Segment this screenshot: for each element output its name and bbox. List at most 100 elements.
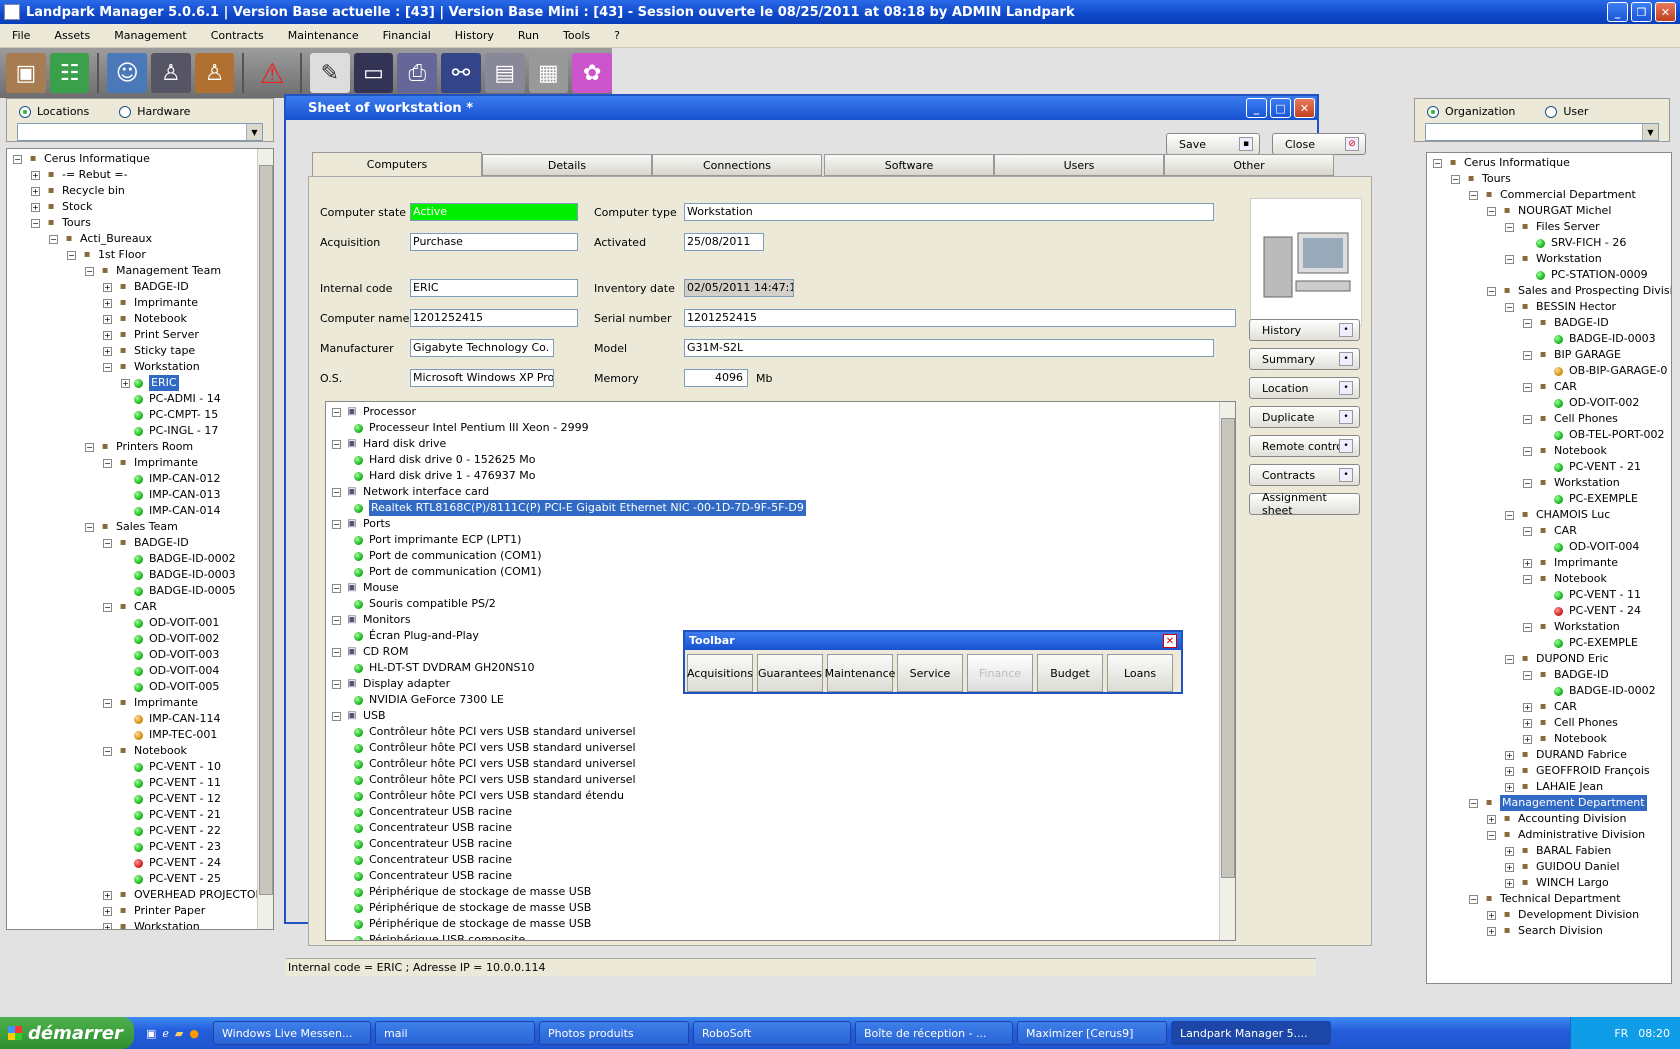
history-button[interactable]: History •: [1249, 319, 1360, 341]
memory-input[interactable]: 4096: [684, 369, 748, 387]
chevron-down-icon[interactable]: ▼: [246, 124, 262, 140]
collapse-icon[interactable]: −: [103, 362, 112, 372]
expand-icon[interactable]: +: [103, 922, 112, 929]
hardware-category[interactable]: − ▣ Hard disk drive: [326, 436, 1235, 452]
collapse-icon[interactable]: −: [1505, 510, 1514, 520]
remote-control-button[interactable]: Remote control •: [1249, 435, 1360, 457]
expand-icon[interactable]: +: [1523, 734, 1532, 744]
assets-tool-icon[interactable]: ▣: [6, 53, 46, 93]
collapse-icon[interactable]: −: [103, 698, 112, 708]
tree-item[interactable]: + ▪ GEOFFROID François: [1427, 763, 1671, 779]
collapse-icon[interactable]: −: [31, 218, 40, 228]
summary-button[interactable]: Summary •: [1249, 348, 1360, 370]
os-input[interactable]: Microsoft Windows XP Professional: [410, 369, 554, 387]
expand-icon[interactable]: +: [121, 378, 130, 388]
tree-item[interactable]: BADGE-ID-0002: [7, 551, 273, 567]
hardware-item[interactable]: Concentrateur USB racine: [326, 868, 1235, 884]
expand-icon[interactable]: +: [103, 906, 112, 916]
computer-state-field[interactable]: Active: [410, 203, 578, 221]
taskbar-item[interactable]: mail: [375, 1021, 535, 1045]
hardware-item[interactable]: Processeur Intel Pentium III Xeon - 2999: [326, 420, 1235, 436]
menu-assets[interactable]: Assets: [42, 29, 102, 42]
expand-icon[interactable]: +: [103, 330, 112, 340]
printer-tool-icon[interactable]: ⎙: [397, 53, 438, 93]
tree-item[interactable]: − ▪ CAR: [1427, 379, 1671, 395]
collapse-icon[interactable]: −: [332, 487, 341, 497]
tree-item[interactable]: SRV-FICH - 26: [1427, 235, 1671, 251]
expand-icon[interactable]: +: [1505, 766, 1514, 776]
collapse-icon[interactable]: −: [103, 538, 112, 548]
expand-icon[interactable]: +: [103, 314, 112, 324]
locations-tree[interactable]: − ▪ Cerus Informatique + ▪ -= Rebut =- + ▪ Recyc…: [6, 148, 274, 930]
model-select[interactable]: G31M-S2L: [684, 339, 1214, 357]
user-tool-icon[interactable]: ♙: [151, 53, 191, 93]
organization-radio[interactable]: Organization: [1427, 105, 1515, 118]
serial-number-input[interactable]: 1201252415: [684, 309, 1236, 327]
hardware-tree-scrollbar[interactable]: [1219, 402, 1235, 940]
tree-item[interactable]: BADGE-ID-0003: [1427, 331, 1671, 347]
tree-item[interactable]: + ▪ Print Server: [7, 327, 273, 343]
tree-item[interactable]: PC-CMPT- 15: [7, 407, 273, 423]
expand-icon[interactable]: +: [31, 186, 40, 196]
collapse-icon[interactable]: −: [332, 711, 341, 721]
tree-item[interactable]: + ▪ -= Rebut =-: [7, 167, 273, 183]
taskbar-item[interactable]: Maximizer [Cerus9]: [1017, 1021, 1167, 1045]
tree-item[interactable]: OD-VOIT-001: [7, 615, 273, 631]
new-document-tool-icon[interactable]: ✎: [309, 53, 350, 93]
collapse-icon[interactable]: −: [1505, 302, 1514, 312]
tree-item[interactable]: − ▪ BIP GARAGE: [1427, 347, 1671, 363]
collapse-icon[interactable]: −: [49, 234, 58, 244]
tab-other[interactable]: Other: [1164, 154, 1334, 176]
tree-item[interactable]: − ▪ Notebook: [1427, 571, 1671, 587]
expand-icon[interactable]: +: [1505, 782, 1514, 792]
tree-item[interactable]: PC-VENT - 22: [7, 823, 273, 839]
tree-item[interactable]: PC-VENT - 25: [7, 871, 273, 887]
hardware-item[interactable]: Concentrateur USB racine: [326, 852, 1235, 868]
tree-item[interactable]: PC-VENT - 21: [7, 807, 273, 823]
report-tool-icon[interactable]: ▦: [528, 53, 569, 93]
hardware-item[interactable]: NVIDIA GeForce 7300 LE: [326, 692, 1235, 708]
tree-item[interactable]: IMP-CAN-013: [7, 487, 273, 503]
tree-item[interactable]: − ▪ Sales Team: [7, 519, 273, 535]
collapse-icon[interactable]: −: [1523, 574, 1532, 584]
tab-details[interactable]: Details: [482, 154, 652, 176]
collapse-icon[interactable]: −: [332, 647, 341, 657]
tree-item[interactable]: − ▪ Workstation: [1427, 619, 1671, 635]
collapse-icon[interactable]: −: [332, 583, 341, 593]
ie-icon[interactable]: ℯ: [162, 1027, 169, 1040]
collapse-icon[interactable]: −: [1523, 622, 1532, 632]
tree-item[interactable]: − ▪ NOURGAT Michel: [1427, 203, 1671, 219]
tree-item[interactable]: PC-VENT - 23: [7, 839, 273, 855]
language-indicator[interactable]: FR: [1614, 1027, 1628, 1040]
menu-file[interactable]: File: [0, 29, 42, 42]
contracts-button[interactable]: Contracts •: [1249, 464, 1360, 486]
collapse-icon[interactable]: −: [1523, 526, 1532, 536]
tab-computers[interactable]: Computers: [312, 152, 482, 176]
collapse-icon[interactable]: −: [13, 154, 22, 164]
tree-item[interactable]: PC-VENT - 11: [1427, 587, 1671, 603]
hardware-item[interactable]: Realtek RTL8168C(P)/8111C(P) PCI-E Gigab…: [326, 500, 1235, 516]
tree-item[interactable]: − ▪ BESSIN Hector: [1427, 299, 1671, 315]
user-radio[interactable]: User: [1545, 105, 1588, 118]
tree-item[interactable]: − ▪ DUPOND Eric: [1427, 651, 1671, 667]
hardware-item[interactable]: Contrôleur hôte PCI vers USB standard un…: [326, 772, 1235, 788]
hardware-item[interactable]: Contrôleur hôte PCI vers USB standard un…: [326, 756, 1235, 772]
save-button[interactable]: Save ▪: [1166, 133, 1260, 155]
menu-contracts[interactable]: Contracts: [199, 29, 276, 42]
manufacturer-select[interactable]: Gigabyte Technology Co.: [410, 339, 554, 357]
collapse-icon[interactable]: −: [1523, 414, 1532, 424]
expand-icon[interactable]: +: [1487, 926, 1496, 936]
collapse-icon[interactable]: −: [103, 602, 112, 612]
tree-item[interactable]: PC-VENT - 24: [7, 855, 273, 871]
tree-item[interactable]: − ▪ Administrative Division: [1427, 827, 1671, 843]
internal-code-input[interactable]: ERIC: [410, 279, 578, 297]
hardware-item[interactable]: Contrôleur hôte PCI vers USB standard ét…: [326, 788, 1235, 804]
tree-item[interactable]: + ▪ Notebook: [7, 311, 273, 327]
toolbar-acquisitions-button[interactable]: Acquisitions: [687, 654, 753, 692]
tree-item[interactable]: BADGE-ID-0002: [1427, 683, 1671, 699]
admin-user-tool-icon[interactable]: ♙: [194, 53, 235, 93]
tree-item[interactable]: − ▪ Printers Room: [7, 439, 273, 455]
tree-item[interactable]: OD-VOIT-002: [7, 631, 273, 647]
expand-icon[interactable]: +: [1523, 702, 1532, 712]
tree-item[interactable]: − ▪ Acti_Bureaux: [7, 231, 273, 247]
